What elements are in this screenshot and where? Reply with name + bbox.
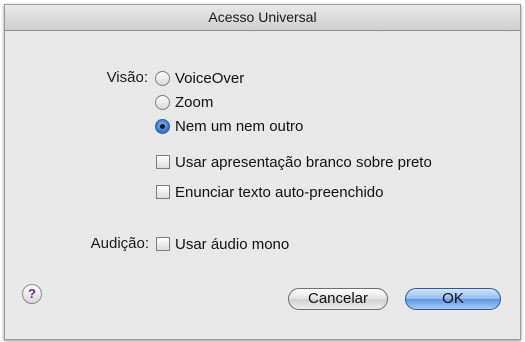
- radio-zoom-label: Zoom: [175, 93, 214, 111]
- checkbox-mono-audio-label: Usar áudio mono: [175, 235, 290, 253]
- checkbox-icon[interactable]: [156, 237, 170, 251]
- radio-neither-label: Nem um nem outro: [175, 117, 304, 135]
- radio-button-icon[interactable]: [155, 70, 170, 86]
- checkbox-speak-autocomplete[interactable]: Enunciar texto auto-preenchido: [156, 182, 383, 202]
- checkbox-speak-autocomplete-label: Enunciar texto auto-preenchido: [175, 183, 384, 201]
- dialog-window: Acesso Universal Visão: VoiceOver Zoom N…: [4, 4, 521, 340]
- window-title: Acesso Universal: [208, 9, 317, 25]
- checkbox-white-on-black-label: Usar apresentação branco sobre preto: [175, 153, 432, 171]
- radio-neither[interactable]: Nem um nem outro: [155, 116, 303, 136]
- checkbox-icon[interactable]: [156, 185, 170, 199]
- radio-button-selected-icon[interactable]: [155, 118, 170, 134]
- hearing-label: Audição:: [90, 235, 149, 252]
- radio-voiceover-label: VoiceOver: [175, 69, 245, 87]
- ok-button[interactable]: OK: [405, 288, 501, 310]
- radio-voiceover[interactable]: VoiceOver: [155, 68, 244, 88]
- radio-button-icon[interactable]: [155, 94, 170, 110]
- checkbox-white-on-black[interactable]: Usar apresentação branco sobre preto: [156, 152, 432, 172]
- cancel-button[interactable]: Cancelar: [288, 288, 388, 310]
- checkbox-mono-audio[interactable]: Usar áudio mono: [156, 234, 289, 254]
- help-icon[interactable]: ?: [22, 284, 42, 304]
- radio-zoom[interactable]: Zoom: [155, 92, 213, 112]
- checkbox-icon[interactable]: [156, 155, 170, 169]
- title-bar[interactable]: Acesso Universal: [5, 5, 520, 31]
- vision-label: Visão:: [106, 69, 148, 86]
